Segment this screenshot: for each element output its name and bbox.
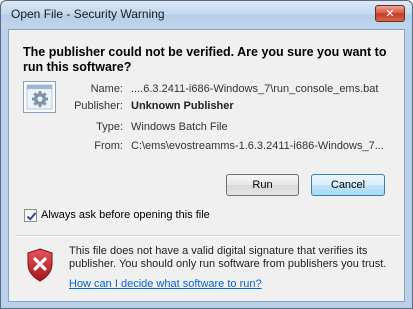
unsigned-warning-text: This file does not have a valid digital … xyxy=(69,245,387,270)
type-value: Windows Batch File xyxy=(131,121,228,133)
cancel-button[interactable]: Cancel xyxy=(311,174,385,196)
divider xyxy=(15,235,400,237)
window-title: Open File - Security Warning xyxy=(11,7,165,21)
security-warning-dialog: Open File - Security Warning ✕ The publi… xyxy=(0,0,413,309)
close-button[interactable]: ✕ xyxy=(375,5,405,22)
batch-file-gear-icon xyxy=(23,81,56,113)
always-ask-checkbox[interactable] xyxy=(24,209,37,222)
warning-heading: The publisher could not be verified. Are… xyxy=(23,45,387,74)
from-value: C:\ems\evostreamms-1.6.3.2411-i686-Windo… xyxy=(131,140,384,152)
run-button[interactable]: Run xyxy=(226,174,299,196)
name-label: Name: xyxy=(90,83,123,95)
always-ask-label: Always ask before opening this file xyxy=(41,209,210,221)
type-label: Type: xyxy=(96,121,123,133)
publisher-value: Unknown Publisher xyxy=(131,100,234,112)
dialog-body: The publisher could not be verified. Are… xyxy=(8,29,405,302)
name-value: ....6.3.2411-i686-Windows_7\run_console_… xyxy=(131,83,379,95)
title-bar[interactable]: Open File - Security Warning ✕ xyxy=(1,1,412,28)
help-link[interactable]: How can I decide what software to run? xyxy=(69,278,262,290)
checkmark-icon xyxy=(26,212,37,221)
red-shield-x-icon xyxy=(26,248,54,282)
publisher-label: Publisher: xyxy=(74,100,123,112)
from-label: From: xyxy=(94,140,123,152)
